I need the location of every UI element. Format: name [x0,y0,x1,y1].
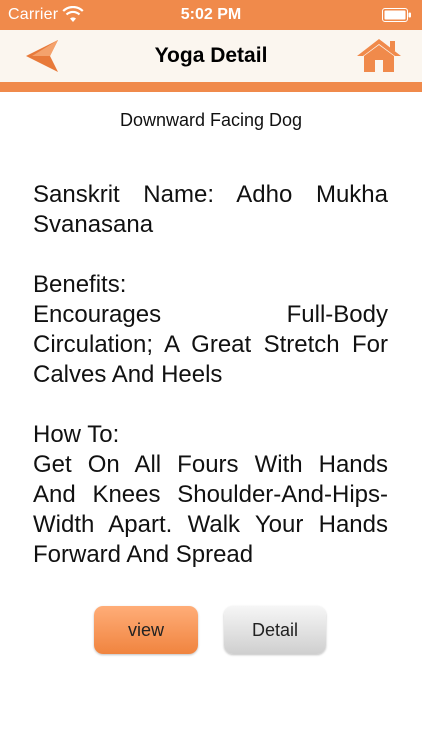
battery-icon [382,8,411,22]
detail-button[interactable]: Detail [224,606,326,654]
pose-name: Downward Facing Dog [119,110,303,130]
benefits-label: Benefits: [33,271,127,298]
yoga-detail-screen: Carrier 5:02 PM Yoga Detail Downward Fac… [0,0,422,750]
status-time: 5:02 PM [180,6,242,23]
view-button[interactable]: view [94,606,198,654]
home-icon[interactable] [354,36,404,76]
benefits-text: Encourages Full-Body Circulation; A Grea… [33,301,388,388]
nav-divider [0,82,422,92]
how-to-text: Get On All Fours With Hands And Knees Sh… [33,451,388,568]
sanskrit-name: Sanskrit Name: Adho Mukha Svanasana [33,181,388,238]
how-to-label: How To: [33,421,120,448]
pose-detail-text[interactable]: Sanskrit Name: Adho Mukha Svanasana Bene… [33,180,388,580]
navigation-bar: Yoga Detail [0,30,422,82]
status-bar: Carrier 5:02 PM [0,0,422,30]
